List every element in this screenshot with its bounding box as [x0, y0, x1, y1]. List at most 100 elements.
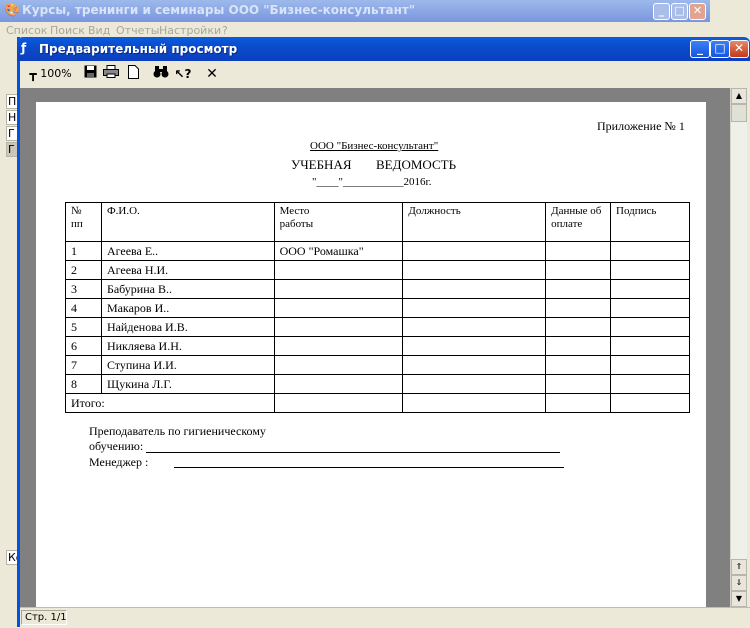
zoom-icon[interactable]: ┳ [26, 65, 40, 83]
preview-area[interactable]: Приложение № 1 ООО "Бизнес-консультант" … [20, 88, 730, 607]
row-num: 4 [65, 298, 102, 318]
row-num: 1 [65, 241, 102, 261]
scroll-down-button[interactable]: ▼ [731, 591, 747, 607]
row-position [402, 374, 547, 394]
vertical-scrollbar[interactable]: ▲ ⇑ ⇓ ▼ [730, 88, 747, 607]
row-signature [610, 317, 690, 337]
row-payment [545, 298, 612, 318]
page-indicator: Стр. 1/1 [21, 610, 67, 625]
row-name: Макаров И.. [100, 298, 275, 318]
row-work: ООО "Ромашка" [273, 241, 404, 261]
menu-search[interactable]: Поиск [50, 24, 85, 37]
row-signature [610, 260, 690, 280]
scroll-thumb[interactable] [731, 104, 747, 122]
menu-settings[interactable]: Настройки [159, 24, 221, 37]
menu-reports[interactable]: Отчеты [116, 24, 159, 37]
close-button[interactable]: ✕ [689, 3, 706, 20]
row-name: Бабурина В.. [100, 279, 275, 299]
table-total-row: Итого: [65, 393, 690, 413]
close-preview-icon[interactable]: ✕ [204, 65, 220, 83]
row-num: 3 [65, 279, 102, 299]
teacher-label-2: обучению: [89, 439, 144, 453]
main-window-titlebar[interactable]: 🎨 Курсы, тренинги и семинары ООО "Бизнес… [0, 0, 710, 22]
row-work [273, 374, 404, 394]
row-signature [610, 279, 690, 299]
row-name: Ступина И.И. [100, 355, 275, 375]
row-work [273, 298, 404, 318]
minimize-button[interactable]: _ [653, 3, 670, 20]
zoom-level[interactable]: 100% [40, 65, 72, 83]
preview-close-button[interactable]: ✕ [729, 40, 749, 58]
row-payment [545, 260, 612, 280]
menu-help[interactable]: ? [222, 24, 228, 37]
menu-view[interactable]: Вид [88, 24, 110, 37]
row-payment [545, 336, 612, 356]
table-row: 6 Никляева И.Н. [65, 336, 690, 356]
scroll-page-up-button[interactable]: ⇑ [731, 559, 747, 575]
row-signature [610, 374, 690, 394]
teacher-signature-line [146, 452, 560, 453]
header-payment: Данные об оплате [545, 202, 612, 242]
table-row: 1 Агеева Е.. ООО "Ромашка" [65, 241, 690, 261]
row-num: 2 [65, 260, 102, 280]
row-work [273, 336, 404, 356]
row-num: 8 [65, 374, 102, 394]
manager-label: Менеджер : [89, 455, 149, 469]
help-pointer-icon[interactable]: ↖? [174, 65, 192, 83]
preview-maximize-button[interactable]: □ [710, 40, 730, 58]
row-payment [545, 279, 612, 299]
row-num: 6 [65, 336, 102, 356]
page-icon[interactable] [125, 65, 141, 83]
row-signature [610, 241, 690, 261]
row-work [273, 260, 404, 280]
date-line: "____"___________2016г. [312, 176, 432, 188]
total-work [273, 393, 404, 413]
org-name: ООО "Бизнес-консультант" [310, 140, 439, 152]
save-icon[interactable] [82, 65, 98, 83]
document-page: Приложение № 1 ООО "Бизнес-консультант" … [36, 102, 706, 607]
preview-toolbar: ┳ 100% ↖? ✕ [20, 61, 750, 87]
row-name: Никляева И.Н. [100, 336, 275, 356]
table-row: 7 Ступина И.И. [65, 355, 690, 375]
row-position [402, 355, 547, 375]
main-window-title: Курсы, тренинги и семинары ООО "Бизнес-к… [22, 3, 416, 17]
header-signature: Подпись [610, 202, 690, 242]
attendance-table: № пп Ф.И.О. Место работы Должность Данные … [65, 202, 690, 413]
table-row: 5 Найденова И.В. [65, 317, 690, 337]
row-payment [545, 355, 612, 375]
total-position [402, 393, 547, 413]
row-position [402, 279, 547, 299]
row-position [402, 241, 547, 261]
preview-window-title: Предварительный просмотр [39, 42, 238, 56]
row-name: Агеева Е.. [100, 241, 275, 261]
print-icon[interactable] [102, 65, 120, 83]
appendix-label: Приложение № 1 [597, 119, 685, 133]
heading-left: УЧЕБНАЯ [291, 157, 352, 172]
table-row: 3 Бабурина В.. [65, 279, 690, 299]
binoculars-icon[interactable] [152, 65, 170, 83]
maximize-button[interactable]: □ [671, 3, 688, 20]
scroll-up-button[interactable]: ▲ [731, 88, 747, 104]
preview-app-icon: ƒ [21, 41, 27, 55]
row-name: Щукина Л.Г. [100, 374, 275, 394]
table-row: 2 Агеева Н.И. [65, 260, 690, 280]
total-payment [545, 393, 612, 413]
row-num: 7 [65, 355, 102, 375]
heading-right: ВЕДОМОСТЬ [376, 157, 457, 172]
row-name: Найденова И.В. [100, 317, 275, 337]
scroll-page-down-button[interactable]: ⇓ [731, 575, 747, 591]
row-work [273, 355, 404, 375]
row-work [273, 317, 404, 337]
row-signature [610, 355, 690, 375]
row-num: 5 [65, 317, 102, 337]
row-position [402, 317, 547, 337]
row-payment [545, 374, 612, 394]
status-bar: Стр. 1/1 [20, 607, 750, 628]
row-work [273, 279, 404, 299]
manager-signature-line [174, 467, 564, 468]
menu-list[interactable]: Список [6, 24, 47, 37]
preview-window-titlebar[interactable]: ƒ Предварительный просмотр _ □ ✕ [17, 37, 750, 61]
table-row: 8 Щукина Л.Г. [65, 374, 690, 394]
main-menubar: Список Поиск Вид Отчеты Настройки ? [0, 22, 710, 38]
preview-minimize-button[interactable]: _ [690, 40, 710, 58]
